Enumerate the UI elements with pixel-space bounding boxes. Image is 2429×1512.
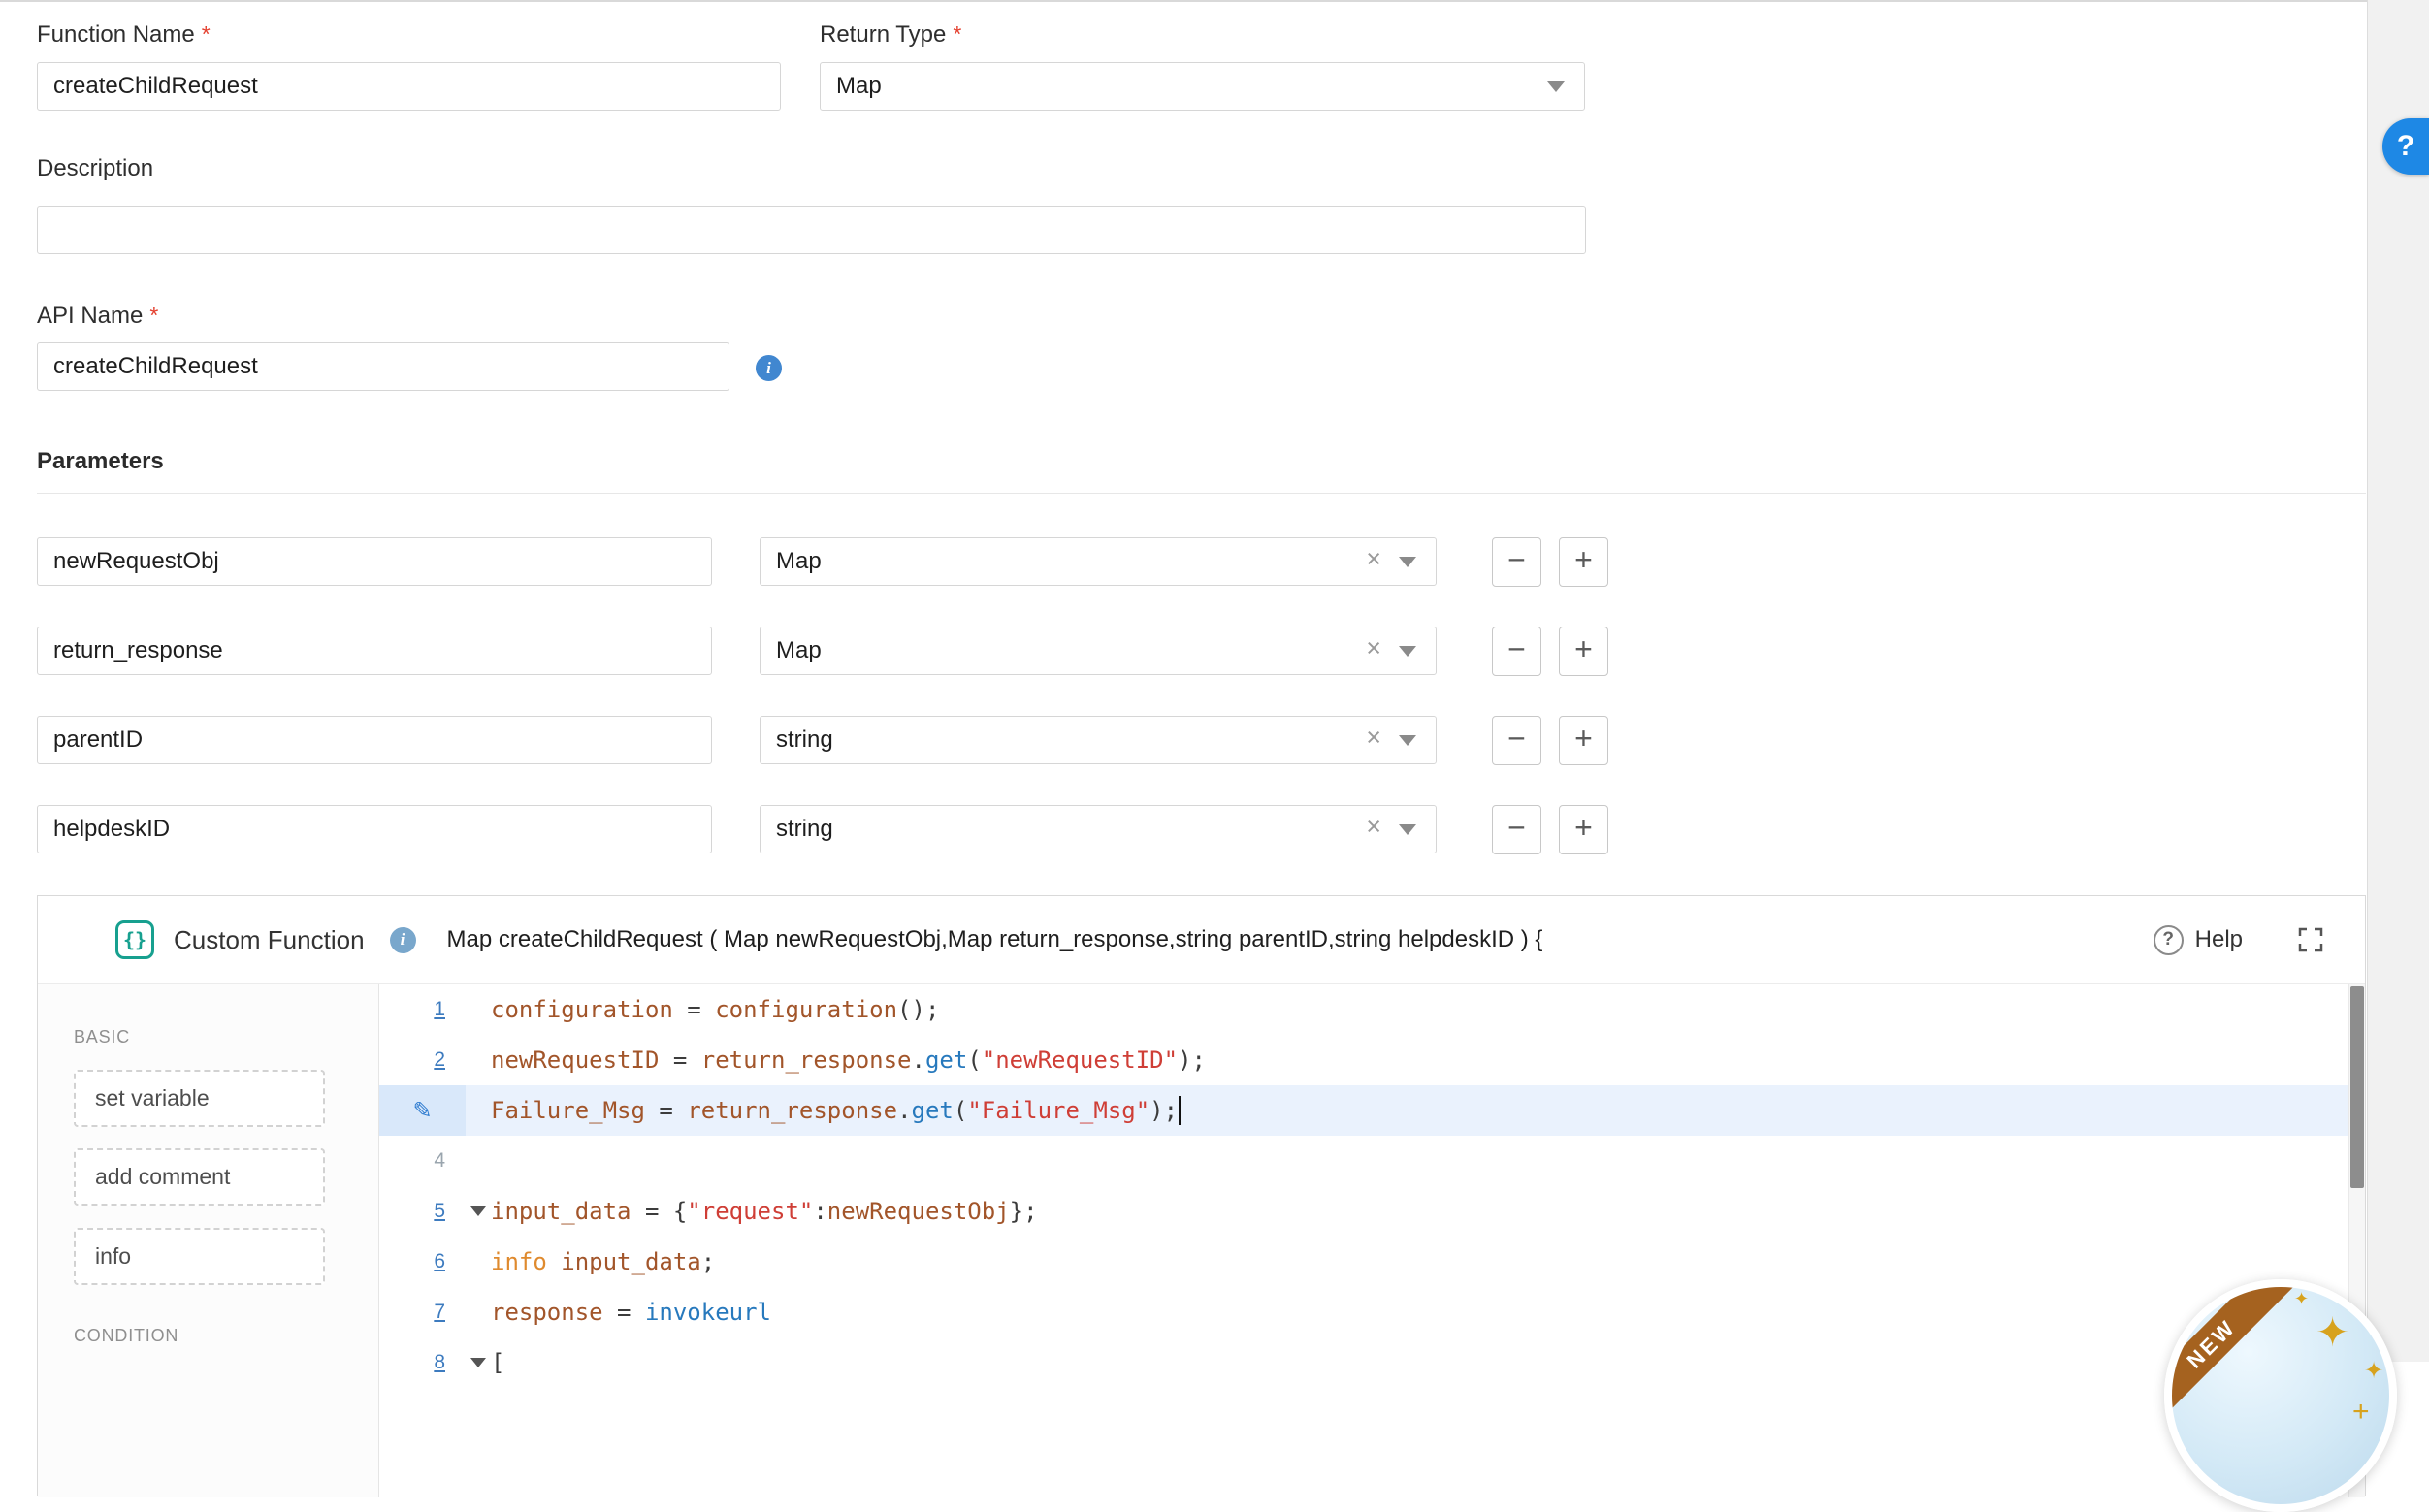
info-button[interactable]: info <box>74 1228 325 1285</box>
code-editor[interactable]: 1configuration = configuration();2newReq… <box>379 984 2365 1497</box>
param-name-input[interactable] <box>37 537 712 586</box>
add-param-button[interactable]: + <box>1559 716 1608 765</box>
custom-function-panel: {} Custom Function i Map createChildRequ… <box>37 895 2366 1496</box>
line-number[interactable]: 8 <box>434 1351 445 1374</box>
new-feature-badge[interactable]: NEW ✦ ✦ ✦ + <box>2164 1279 2397 1512</box>
fullscreen-icon[interactable] <box>2297 926 2324 953</box>
clear-icon[interactable]: × <box>1366 546 1381 572</box>
line-number[interactable]: 5 <box>434 1200 445 1223</box>
editor-sidebar: BASIC set variable add comment info COND… <box>38 984 379 1497</box>
help-label: Help <box>2195 926 2243 953</box>
right-gutter <box>2367 0 2429 1362</box>
code-line[interactable]: ✎Failure_Msg = return_response.get("Fail… <box>379 1085 2348 1136</box>
chevron-down-icon[interactable] <box>1399 824 1416 835</box>
sparkle-icon: ✦ <box>2316 1308 2349 1356</box>
set-variable-button[interactable]: set variable <box>74 1070 325 1127</box>
text-cursor <box>1179 1096 1181 1125</box>
chevron-down-icon[interactable] <box>1547 81 1565 92</box>
param-type-value: string <box>776 816 833 843</box>
required-asterisk: * <box>149 303 158 328</box>
sparkle-icon: ✦ <box>2294 1289 2309 1309</box>
fold-caret-icon[interactable] <box>470 1206 486 1216</box>
return-type-label: Return Type * <box>820 21 961 48</box>
sparkle-plus-icon: + <box>2352 1396 2370 1429</box>
code-lines: 1configuration = configuration();2newReq… <box>379 984 2348 1388</box>
help-button[interactable]: ? Help <box>2154 925 2243 955</box>
remove-param-button[interactable]: − <box>1492 537 1541 587</box>
description-input[interactable] <box>37 206 1586 254</box>
code-line[interactable]: 2newRequestID = return_response.get("new… <box>379 1035 2348 1085</box>
editor-title: Custom Function <box>174 925 365 955</box>
info-icon[interactable]: i <box>756 355 782 381</box>
add-param-button[interactable]: + <box>1559 537 1608 587</box>
description-label-text: Description <box>37 155 153 181</box>
code-line[interactable]: 1configuration = configuration(); <box>379 984 2348 1035</box>
param-type-select[interactable]: string × <box>760 805 1437 853</box>
help-question-icon: ? <box>2154 925 2184 955</box>
code-line[interactable]: 7response = invokeurl <box>379 1287 2348 1337</box>
info-icon[interactable]: i <box>390 927 416 953</box>
add-param-button[interactable]: + <box>1559 805 1608 854</box>
add-param-button[interactable]: + <box>1559 627 1608 676</box>
param-type-select[interactable]: string × <box>760 716 1437 764</box>
sidebar-section-condition: CONDITION <box>74 1326 178 1346</box>
function-name-label: Function Name * <box>37 21 211 48</box>
sparkle-icon: ✦ <box>2364 1357 2383 1385</box>
parameters-heading: Parameters <box>37 448 164 475</box>
param-type-select[interactable]: Map × <box>760 627 1437 675</box>
param-type-value: Map <box>776 548 822 575</box>
section-divider <box>37 493 2366 494</box>
editor-header: {} Custom Function i Map createChildRequ… <box>38 896 2365 984</box>
param-type-value: string <box>776 726 833 754</box>
fold-caret-icon[interactable] <box>470 1358 486 1367</box>
api-name-input[interactable] <box>37 342 729 391</box>
param-name-input[interactable] <box>37 805 712 853</box>
add-comment-button[interactable]: add comment <box>74 1148 325 1206</box>
description-label: Description <box>37 155 153 182</box>
required-asterisk: * <box>202 21 211 47</box>
function-signature: Map createChildRequest ( Map newRequestO… <box>447 926 1543 953</box>
chevron-down-icon[interactable] <box>1399 557 1416 567</box>
code-line[interactable]: 8[ <box>379 1337 2348 1388</box>
param-name-input[interactable] <box>37 716 712 764</box>
return-type-label-text: Return Type <box>820 21 946 48</box>
clear-icon[interactable]: × <box>1366 814 1381 840</box>
remove-param-button[interactable]: − <box>1492 627 1541 676</box>
function-name-label-text: Function Name <box>37 21 195 48</box>
line-number[interactable]: 2 <box>434 1048 445 1072</box>
remove-param-button[interactable]: − <box>1492 716 1541 765</box>
function-name-input[interactable] <box>37 62 781 111</box>
line-number[interactable]: 4 <box>434 1149 445 1173</box>
code-line[interactable]: 6info input_data; <box>379 1237 2348 1287</box>
code-line[interactable]: 4 <box>379 1136 2348 1186</box>
deluge-braces-icon: {} <box>115 920 154 959</box>
page: { "icons": { "info": "i", "question": "?… <box>0 0 2429 1362</box>
top-border <box>0 0 2429 2</box>
chevron-down-icon[interactable] <box>1399 646 1416 657</box>
line-number[interactable]: 6 <box>434 1250 445 1273</box>
return-type-select[interactable]: Map <box>820 62 1585 111</box>
code-line[interactable]: 5input_data = {"request":newRequestObj}; <box>379 1186 2348 1237</box>
clear-icon[interactable]: × <box>1366 724 1381 751</box>
api-name-label: API Name* <box>37 303 158 330</box>
scrollbar-thumb[interactable] <box>2350 986 2364 1188</box>
editor-body: BASIC set variable add comment info COND… <box>38 984 2365 1497</box>
chevron-down-icon[interactable] <box>1399 735 1416 746</box>
return-type-value: Map <box>836 73 882 100</box>
edit-pencil-icon[interactable]: ✎ <box>412 1097 432 1125</box>
line-number[interactable]: 7 <box>434 1301 445 1324</box>
line-number[interactable]: 1 <box>434 998 445 1021</box>
param-type-select[interactable]: Map × <box>760 537 1437 586</box>
required-asterisk: * <box>953 21 961 47</box>
clear-icon[interactable]: × <box>1366 635 1381 661</box>
param-name-input[interactable] <box>37 627 712 675</box>
remove-param-button[interactable]: − <box>1492 805 1541 854</box>
sidebar-section-basic: BASIC <box>74 1027 130 1047</box>
api-name-label-text: API Name <box>37 303 143 329</box>
param-type-value: Map <box>776 637 822 664</box>
